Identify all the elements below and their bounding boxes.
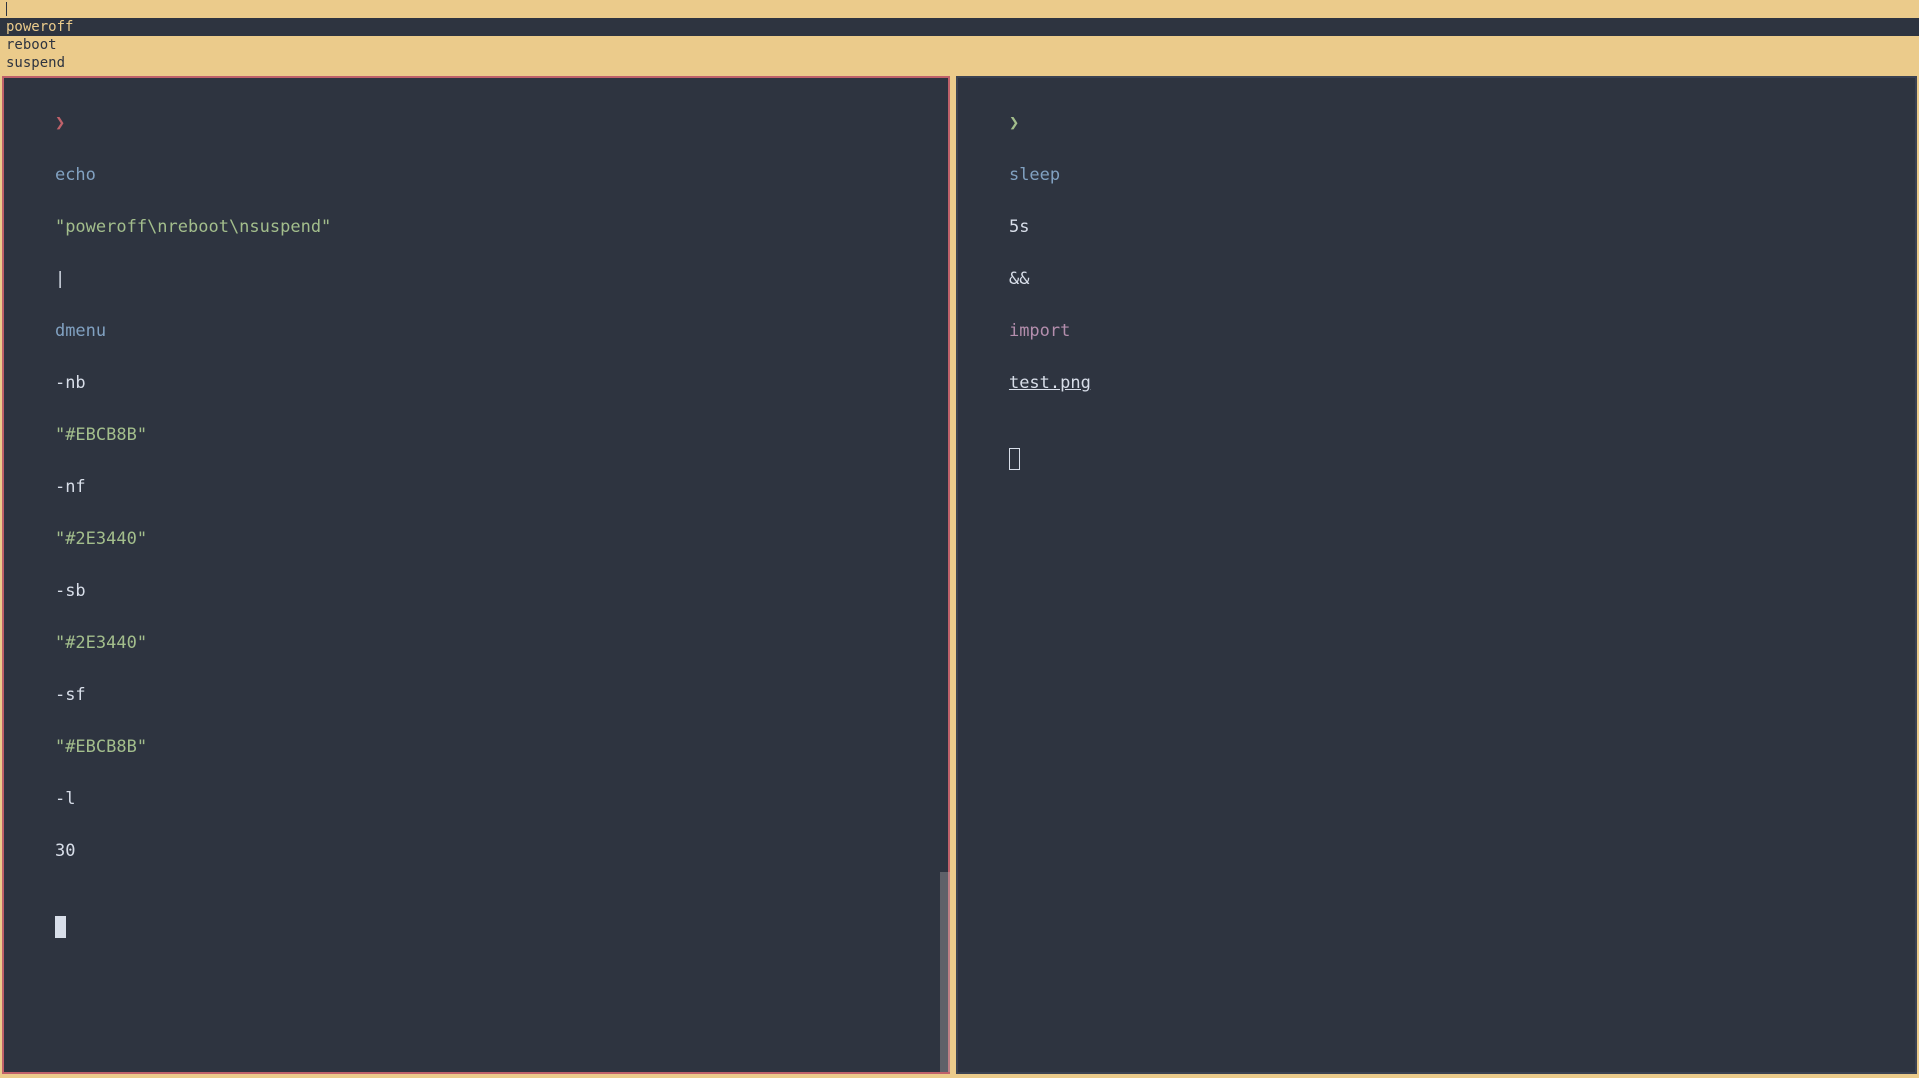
token-sleep-arg: 5s	[1009, 217, 1029, 237]
token-flag-nb: -nb	[55, 373, 86, 393]
token-import-arg: test.png	[1009, 373, 1091, 393]
token-flag-sf: -sf	[55, 685, 86, 705]
token-flag-nf: -nf	[55, 477, 86, 497]
prompt-icon: ❯	[55, 113, 65, 133]
token-flag-sb: -sb	[55, 581, 86, 601]
dmenu-item-label: poweroff	[6, 18, 73, 36]
token-pipe: |	[55, 269, 65, 289]
terminal-left[interactable]: ❯ echo "poweroff\nreboot\nsuspend" | dme…	[2, 76, 950, 1074]
token-val-sb: "#2E3440"	[55, 633, 147, 653]
token-sleep: sleep	[1009, 165, 1060, 185]
token-val-nb: "#EBCB8B"	[55, 425, 147, 445]
dmenu-item-reboot[interactable]: reboot	[0, 36, 1919, 54]
token-and: &&	[1009, 269, 1029, 289]
token-val-l: 30	[55, 841, 75, 861]
dmenu-overlay[interactable]: poweroff reboot suspend	[0, 0, 1919, 72]
token-val-nf: "#2E3440"	[55, 529, 147, 549]
dmenu-item-suspend[interactable]: suspend	[0, 54, 1919, 72]
token-import: import	[1009, 321, 1070, 341]
prompt-icon: ❯	[1009, 113, 1019, 133]
terminal-right[interactable]: ❯ sleep 5s && import test.png	[956, 76, 1917, 1074]
dmenu-input[interactable]	[0, 0, 1919, 18]
dmenu-item-poweroff[interactable]: poweroff	[0, 18, 1919, 36]
token-flag-l: -l	[55, 789, 75, 809]
dmenu-item-label: reboot	[6, 36, 57, 54]
dmenu-input-cursor-icon	[6, 2, 7, 16]
token-echo-arg: "poweroff\nreboot\nsuspend"	[55, 217, 331, 237]
token-dmenu: dmenu	[55, 321, 106, 341]
cursor-hollow-icon	[1009, 448, 1020, 470]
tile-container: ❯ echo "poweroff\nreboot\nsuspend" | dme…	[2, 76, 1917, 1074]
cursor-block-icon	[55, 916, 66, 938]
token-echo: echo	[55, 165, 96, 185]
token-val-sf: "#EBCB8B"	[55, 737, 147, 757]
dmenu-item-label: suspend	[6, 54, 65, 72]
